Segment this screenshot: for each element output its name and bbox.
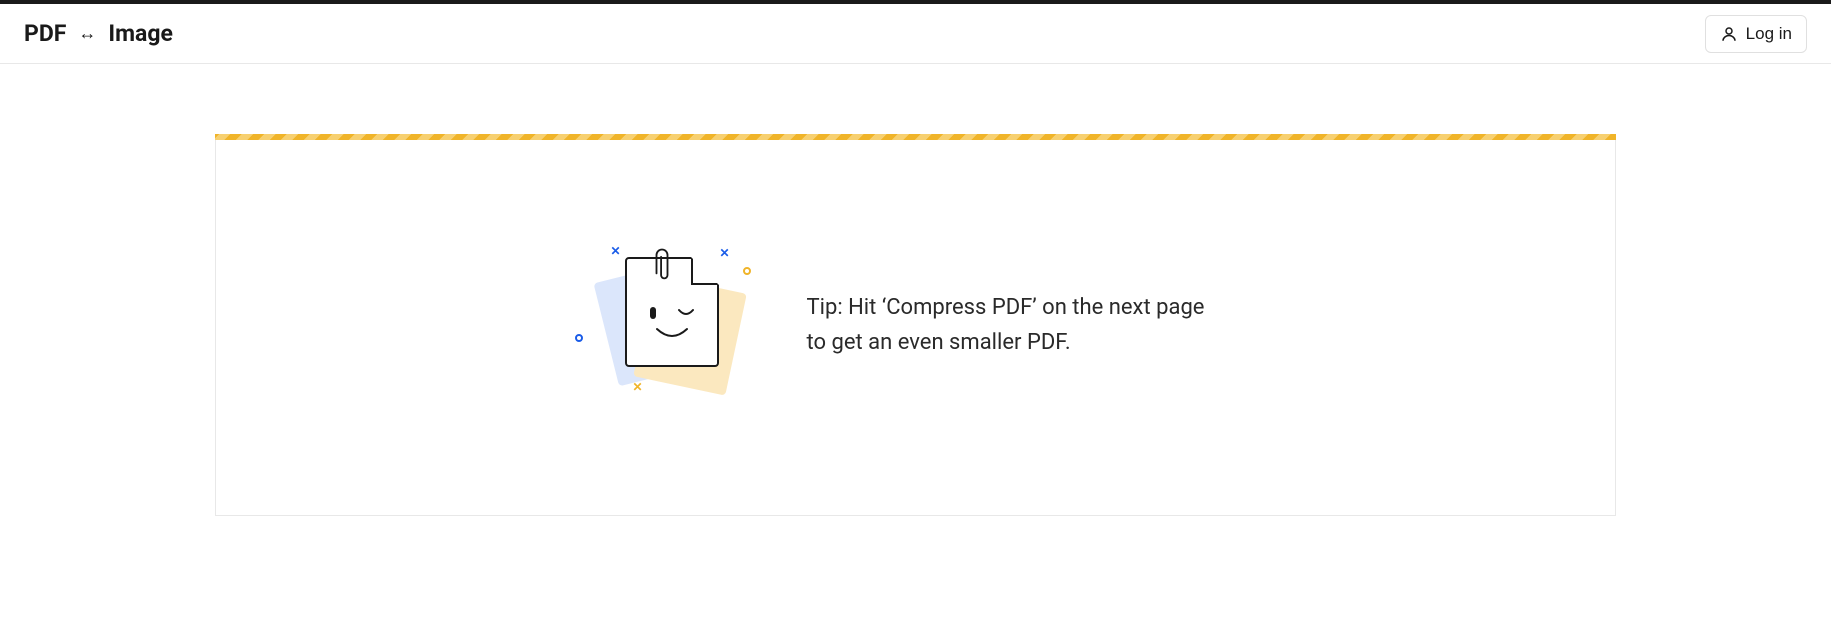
eye-wink-icon	[678, 308, 694, 318]
page-title: PDF ↔ Image	[24, 20, 173, 47]
document-icon	[625, 257, 719, 367]
eye-open-icon	[650, 307, 656, 319]
user-icon	[1720, 25, 1738, 43]
tip-text: Tip: Hit ‘Compress PDF’ on the next page…	[807, 290, 1227, 360]
confetti-x-icon: ✕	[633, 381, 643, 393]
page-stack-icon	[609, 257, 729, 377]
confetti-ring-icon	[575, 334, 583, 342]
login-label: Log in	[1746, 24, 1792, 44]
progress-bar	[215, 134, 1616, 140]
login-button[interactable]: Log in	[1705, 15, 1807, 53]
processing-card: ✕ ✕ ✕	[215, 134, 1616, 516]
app-header: PDF ↔ Image Log in	[0, 4, 1831, 64]
tip-row: ✕ ✕ ✕	[565, 235, 1227, 415]
swap-arrow-icon: ↔	[78, 23, 96, 44]
confetti-x-icon: ✕	[611, 245, 621, 257]
document-face-icon	[627, 307, 717, 341]
tip-illustration: ✕ ✕ ✕	[565, 235, 765, 415]
title-right: Image	[108, 20, 173, 47]
main-content: ✕ ✕ ✕	[0, 64, 1831, 516]
title-left: PDF	[24, 20, 66, 47]
paperclip-icon	[651, 245, 673, 287]
smile-icon	[655, 327, 689, 341]
confetti-ring-icon	[743, 267, 751, 275]
